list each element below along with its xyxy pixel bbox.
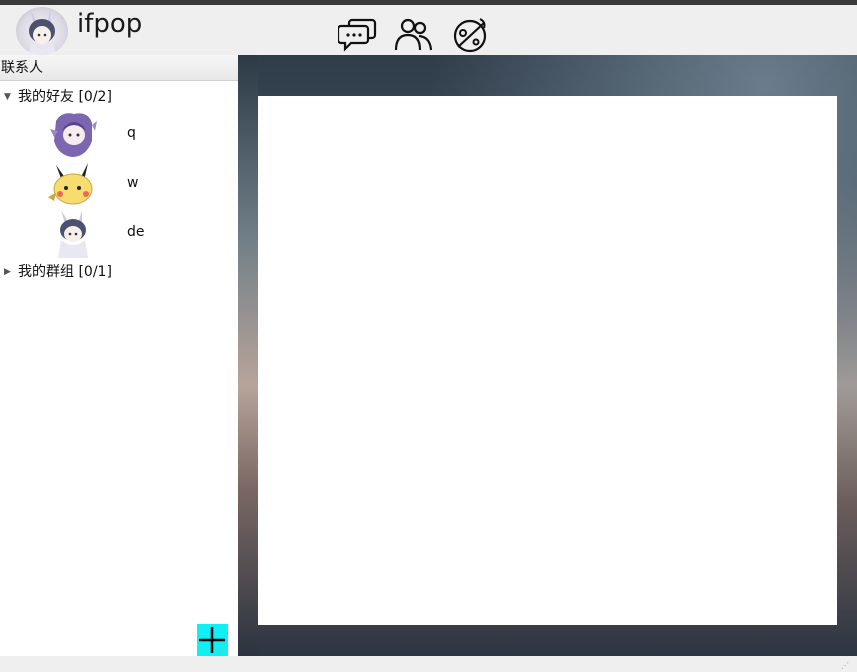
contact-item-de[interactable]: de (0, 210, 238, 258)
resize-grip-icon[interactable]: ⋰ (841, 661, 849, 670)
main-left-border (238, 55, 258, 656)
main-content-area (238, 55, 857, 656)
plus-icon (199, 627, 225, 653)
contact-name: w (127, 175, 139, 191)
nav-contacts-button[interactable] (393, 17, 433, 53)
chat-panel[interactable] (258, 96, 837, 625)
bunny-hood-avatar-icon (58, 210, 88, 258)
bunny-hood-avatar-icon (28, 10, 56, 55)
contacts-icon (394, 18, 433, 51)
user-avatar[interactable] (16, 7, 68, 55)
group-groups-label: 我的群组 [0/1] (18, 264, 112, 280)
contact-name: de (127, 224, 145, 240)
status-bar: ⋰ (0, 656, 857, 672)
group-friends-label: 我的好友 [0/2] (18, 89, 112, 105)
collapsed-arrow-icon: ▶ (4, 267, 11, 277)
contact-item-q[interactable]: q (0, 111, 238, 159)
nav-chat-button[interactable] (336, 17, 378, 53)
expanded-arrow-icon: ▼ (4, 92, 11, 102)
add-button[interactable] (197, 624, 228, 656)
planet-icon (453, 18, 487, 53)
group-groups[interactable]: ▶ 我的群组 [0/1] (0, 261, 238, 283)
contact-item-w[interactable]: w (0, 161, 238, 209)
sidebar-title: 联系人 (0, 55, 238, 81)
pikachu-avatar-icon (48, 163, 93, 205)
header-bar: ifpop (0, 5, 857, 55)
app-name: ifpop (77, 9, 143, 39)
contacts-sidebar: 联系人 ▼ 我的好友 [0/2] q w de ▶ 我的群组 [0/1] (0, 55, 238, 656)
purple-hood-avatar-icon (50, 113, 97, 157)
nav-discover-button[interactable] (450, 17, 490, 53)
chat-bubbles-icon (336, 18, 377, 52)
group-friends[interactable]: ▼ 我的好友 [0/2] (0, 86, 238, 108)
contact-name: q (127, 125, 136, 141)
